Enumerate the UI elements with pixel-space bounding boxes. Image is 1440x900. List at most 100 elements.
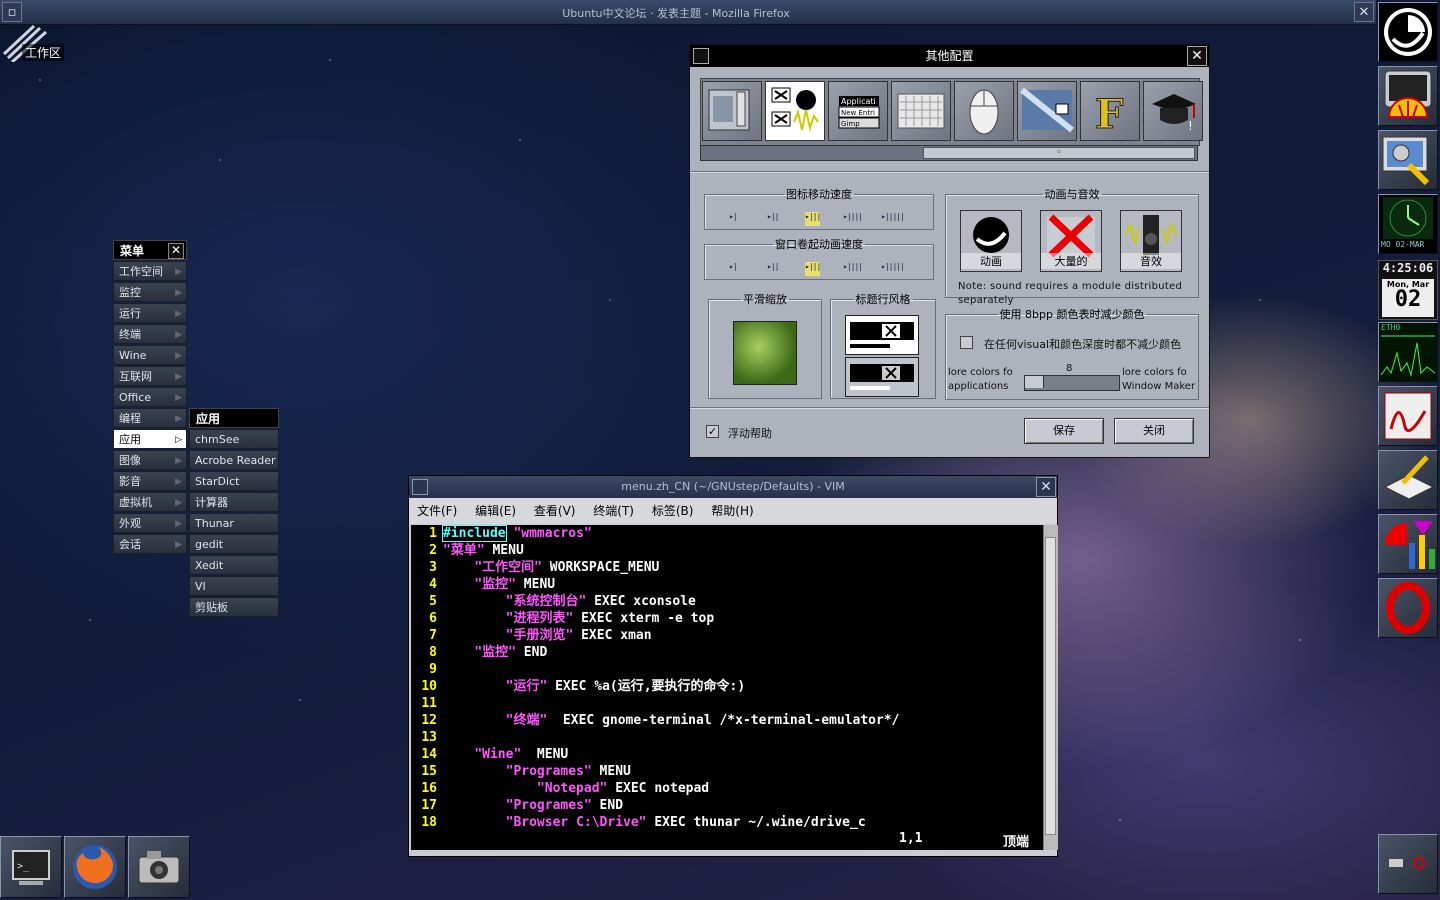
- submenu-item-thunar[interactable]: Thunar: [189, 513, 279, 533]
- color-slider[interactable]: [1024, 375, 1120, 391]
- menu-item-run[interactable]: 运行 ▶: [113, 303, 187, 323]
- workspace-icon[interactable]: [1017, 81, 1077, 141]
- expert-settings-icon[interactable]: !: [1143, 81, 1203, 141]
- speed-slow-button[interactable]: ▸||: [767, 212, 779, 226]
- root-menu[interactable]: 菜单 ✕ 工作空间 ▶ 监控 ▶ 运行 ▶ 终端 ▶ Wine ▶ 互联网 ▶ Office…: [113, 240, 187, 554]
- speed-medium-button[interactable]: ▸|||: [805, 212, 821, 226]
- shade-slowest-button[interactable]: ▸|: [729, 262, 738, 276]
- submenu-item-chmsee[interactable]: chmSee: [189, 429, 279, 449]
- smooth-scale-toggle[interactable]: [733, 321, 797, 385]
- no-reduce-colors-checkbox[interactable]: [960, 336, 973, 349]
- menu-item-multimedia[interactable]: 影音 ▶: [113, 471, 187, 491]
- menu-item-terminal[interactable]: 终端 ▶: [113, 324, 187, 344]
- launcher-camera[interactable]: [128, 836, 190, 898]
- menu-item-workspace[interactable]: 工作空间 ▶: [113, 261, 187, 281]
- shade-medium-button[interactable]: ▸|||: [805, 262, 821, 276]
- prefs-minimize-button[interactable]: [693, 48, 709, 64]
- menu-item-applications[interactable]: 应用 ▷: [113, 429, 187, 449]
- font-icon[interactable]: F: [1080, 81, 1140, 141]
- sound-toggle[interactable]: 音效: [1120, 210, 1182, 272]
- prefs-titlebar[interactable]: 其他配置 ✕: [690, 45, 1209, 67]
- submenu-item-gedit[interactable]: gedit: [189, 534, 279, 554]
- menu-item-office[interactable]: Office ▶: [113, 387, 187, 407]
- scroll-knob[interactable]: ◦: [923, 147, 1195, 159]
- menu-item-appearance[interactable]: 外观 ▶: [113, 513, 187, 533]
- dock-app-charts[interactable]: [1378, 514, 1438, 574]
- menu-item-graphics[interactable]: 图像 ▶: [113, 450, 187, 470]
- code-line: 9: [411, 661, 1043, 678]
- section-scrollbar[interactable]: ◦: [700, 145, 1198, 161]
- misc-settings-icon[interactable]: [765, 81, 825, 141]
- menu-settings-icon[interactable]: Applicati New Entri Gimp: [828, 81, 888, 141]
- menu-item-virtual-machine[interactable]: 虚拟机 ▶: [113, 492, 187, 512]
- submenu-item-xedit[interactable]: Xedit: [189, 555, 279, 575]
- menu-item-internet[interactable]: 互联网 ▶: [113, 366, 187, 386]
- submenu-item-acrobat[interactable]: Acrobe Reader: [189, 450, 279, 470]
- submenu-item-vi[interactable]: VI: [189, 576, 279, 596]
- close-button[interactable]: ✕: [1354, 2, 1374, 22]
- vim-scroll-knob[interactable]: [1045, 537, 1056, 835]
- firefox-titlebar[interactable]: ▫ Ubuntu中文论坛 · 发表主题 - Mozilla Firefox ✕: [0, 0, 1376, 25]
- menu-titlebar[interactable]: 菜单 ✕: [113, 240, 187, 260]
- speed-fastest-button[interactable]: ▸|||||: [881, 212, 905, 226]
- menu-item-programming[interactable]: 编程 ▶: [113, 408, 187, 428]
- dock-app-windowmaker[interactable]: [1378, 2, 1438, 62]
- dock-app-misc[interactable]: [1378, 834, 1438, 894]
- superfluous-toggle[interactable]: 大量的: [1040, 210, 1102, 272]
- code-line: 11: [411, 695, 1043, 712]
- vim-scrollbar[interactable]: [1043, 525, 1058, 850]
- submenu-item-clipboard[interactable]: 剪贴板: [189, 597, 279, 617]
- menu-item-monitor[interactable]: 监控 ▶: [113, 282, 187, 302]
- menu-item-session[interactable]: 会话 ▶: [113, 534, 187, 554]
- submenu-item-stardict[interactable]: StarDict: [189, 471, 279, 491]
- prefs-close-icon[interactable]: ✕: [1187, 46, 1207, 66]
- workspace-clip[interactable]: 工作区: [0, 24, 64, 64]
- launcher-terminal[interactable]: >_: [0, 836, 62, 898]
- vim-minimize-button[interactable]: [412, 479, 428, 495]
- dock-analog-clock[interactable]: MO 02-MAR: [1378, 194, 1438, 254]
- vim-menu-file[interactable]: 文件(F): [417, 504, 457, 518]
- vim-editor[interactable]: 1 #include "wmmacros" 2 "菜单" MENU 3 "工作空间" W…: [411, 525, 1043, 831]
- dock-app-shell[interactable]: [1378, 66, 1438, 126]
- menu-item-wine[interactable]: Wine ▶: [113, 345, 187, 365]
- vim-titlebar[interactable]: menu.zh_CN (~/GNUstep/Defaults) - VIM ✕: [409, 476, 1057, 498]
- close-button[interactable]: 关闭: [1114, 418, 1194, 444]
- vim-menu-help[interactable]: 帮助(H): [711, 504, 753, 518]
- dock-app-preferences[interactable]: [1378, 130, 1438, 190]
- shade-fast-button[interactable]: ▸||||: [843, 262, 863, 276]
- window-handling-icon[interactable]: [702, 81, 762, 141]
- dock-app-opera[interactable]: [1378, 578, 1438, 638]
- command-text: EXEC xterm -e top: [573, 611, 715, 626]
- vim-menu-view[interactable]: 查看(V): [534, 504, 576, 518]
- preferences-window[interactable]: 其他配置 ✕ Applicati New Entri Gimp F ! ◦ 图标…: [689, 44, 1210, 458]
- color-reduction-group: 使用 8bpp 颜色表时减少颜色 在任何visual和颜色深度时都不减少颜色 l…: [945, 306, 1199, 400]
- launcher-firefox[interactable]: [64, 836, 126, 898]
- applications-submenu[interactable]: 应用 chmSee Acrobe Reader StarDict 计算器 Thu…: [189, 408, 279, 617]
- menu-string: "工作空间": [474, 560, 542, 575]
- vim-menu-edit[interactable]: 编辑(E): [475, 504, 516, 518]
- shade-slow-button[interactable]: ▸||: [767, 262, 779, 276]
- dock-app-editor[interactable]: [1378, 450, 1438, 510]
- submenu-item-calculator[interactable]: 计算器: [189, 492, 279, 512]
- vim-menu-tabs[interactable]: 标签(B): [652, 504, 694, 518]
- speed-fast-button[interactable]: ▸||||: [843, 212, 863, 226]
- vim-menu-terminal[interactable]: 终端(T): [593, 504, 634, 518]
- keyboard-icon[interactable]: [891, 81, 951, 141]
- mouse-icon[interactable]: [954, 81, 1014, 141]
- command-text: END: [591, 798, 624, 813]
- save-button[interactable]: 保存: [1024, 418, 1104, 444]
- animations-toggle[interactable]: 动画: [960, 210, 1022, 272]
- balloon-help-checkbox[interactable]: ✓: [706, 425, 719, 438]
- dock-net-monitor[interactable]: ETH0: [1378, 322, 1438, 382]
- vim-close-icon[interactable]: ✕: [1036, 477, 1056, 497]
- menu-close-icon[interactable]: ✕: [168, 243, 184, 259]
- titlebar-style-old-option[interactable]: [845, 357, 919, 397]
- dock-app-acrobat[interactable]: [1378, 386, 1438, 446]
- vim-window[interactable]: menu.zh_CN (~/GNUstep/Defaults) - VIM ✕ …: [408, 475, 1058, 857]
- color-slider-knob[interactable]: [1025, 376, 1044, 388]
- dock-calendar[interactable]: 4:25:06 Mon, Mar 02: [1378, 260, 1438, 320]
- speed-slowest-button[interactable]: ▸|: [729, 212, 738, 226]
- titlebar-style-new-option[interactable]: [845, 315, 919, 355]
- shade-fastest-button[interactable]: ▸|||||: [881, 262, 905, 276]
